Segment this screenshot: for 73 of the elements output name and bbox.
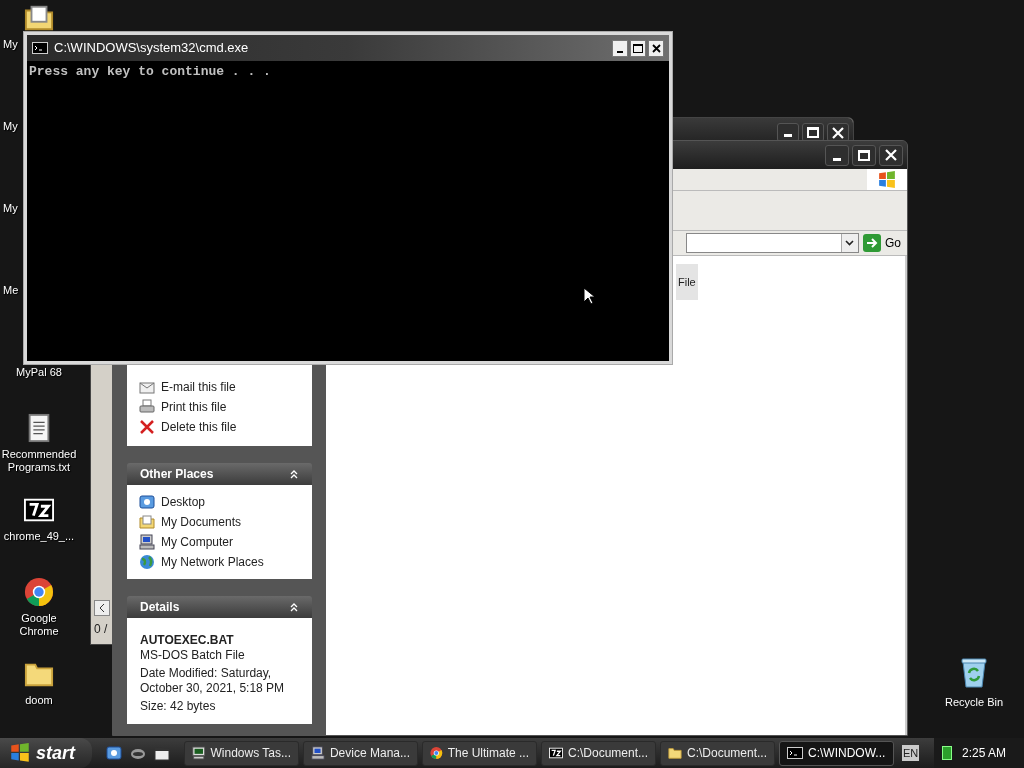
monitor-icon (192, 745, 206, 761)
task-link[interactable]: Print this file (139, 397, 300, 417)
seven-zip-icon (549, 745, 563, 761)
desktop-icon-label[interactable]: Recycle Bin (944, 694, 1004, 711)
mouse-cursor-icon (583, 287, 594, 305)
status-text: 0 / (94, 621, 109, 638)
desktop-icon (139, 494, 155, 510)
computer-icon (311, 745, 325, 761)
maximize-button[interactable] (852, 144, 876, 166)
place-link[interactable]: My Network Places (139, 552, 300, 572)
file-type: MS-DOS Batch File (140, 648, 246, 663)
taskbar-button[interactable]: C:\Document... (660, 740, 775, 766)
close-icon (651, 43, 661, 53)
task-link[interactable]: E-mail this file (139, 377, 300, 397)
console-output: Press any key to continue . . . (29, 64, 271, 79)
taskbar-button[interactable]: The Ultimate ... (422, 740, 537, 766)
desktop-icon-label[interactable]: Recommended Programs.txt (1, 448, 77, 474)
scroll-left-button[interactable] (94, 600, 110, 616)
go-button[interactable]: Go (863, 234, 901, 252)
desktop-icon-label[interactable]: Me (3, 284, 19, 297)
chrome-icon (430, 745, 443, 761)
task-link[interactable]: Delete this file (139, 417, 300, 437)
toolbar-fragment[interactable]: File (676, 264, 698, 300)
desktop-icon (106, 745, 122, 761)
collapse-chevron-icon[interactable] (289, 469, 299, 479)
delete-x-icon (139, 419, 155, 435)
desktop-icon-label[interactable]: MyPal 68 (16, 366, 62, 379)
desktop-icon-label[interactable]: My (3, 38, 18, 51)
desktop-icon-label[interactable]: My (3, 120, 18, 133)
documents-folder-icon (24, 3, 54, 33)
command-prompt-icon (32, 40, 48, 56)
meter-icon[interactable] (942, 746, 952, 760)
minimize-button[interactable] (612, 39, 628, 57)
panel-header[interactable]: Details (127, 596, 312, 618)
taskbar-button[interactable]: C:\Document... (541, 740, 656, 766)
chrome-icon (24, 577, 54, 607)
place-link[interactable]: Desktop (139, 492, 300, 512)
close-button[interactable] (879, 144, 903, 166)
panel-header[interactable]: Other Places (127, 463, 312, 485)
desktop-icon-label[interactable]: doom (25, 694, 53, 707)
desktop-icon-label[interactable]: My (3, 202, 18, 215)
file-size: Size: 42 bytes (140, 699, 217, 714)
date-modified: Date Modified: Saturday, October 30, 2021, 5:18 PM (140, 666, 286, 696)
minimize-button[interactable] (825, 144, 849, 166)
command-prompt-icon (787, 745, 803, 761)
clock: 2:25 AM (962, 745, 1007, 762)
windows-logo-icon (878, 170, 896, 189)
language-indicator[interactable]: EN (902, 744, 920, 762)
place-link[interactable]: My Computer (139, 532, 300, 552)
folder-icon (668, 745, 682, 761)
network-globe-icon (139, 554, 155, 570)
arrow-right-icon (863, 234, 881, 252)
address-field[interactable] (686, 233, 859, 253)
maximize-button[interactable] (630, 39, 646, 57)
desktop-icon-label[interactable]: Google Chrome (1, 612, 77, 638)
recycle-bin-icon[interactable] (959, 656, 989, 688)
envelope-icon (139, 379, 155, 395)
collapse-chevron-icon[interactable] (289, 602, 299, 612)
desktop-icon-label[interactable]: chrome_49_... (3, 530, 75, 543)
start-button[interactable]: start (0, 738, 92, 768)
close-icon (885, 149, 897, 161)
window-title: C:\WINDOWS\system32\cmd.exe (54, 39, 250, 58)
close-icon (832, 126, 844, 139)
close-button[interactable] (648, 39, 664, 57)
taskbar-button[interactable]: C:\WINDOW... (779, 740, 894, 766)
file-name: AUTOEXEC.BAT (140, 633, 235, 648)
computer-icon (139, 534, 155, 550)
windows-logo-icon (10, 743, 30, 763)
printer-icon (139, 399, 155, 415)
place-link[interactable]: My Documents (139, 512, 300, 532)
documents-folder-icon (139, 514, 155, 530)
taskbar-button[interactable]: Windows Tas... (184, 740, 299, 766)
taskbar-button[interactable]: Device Mana... (303, 740, 418, 766)
